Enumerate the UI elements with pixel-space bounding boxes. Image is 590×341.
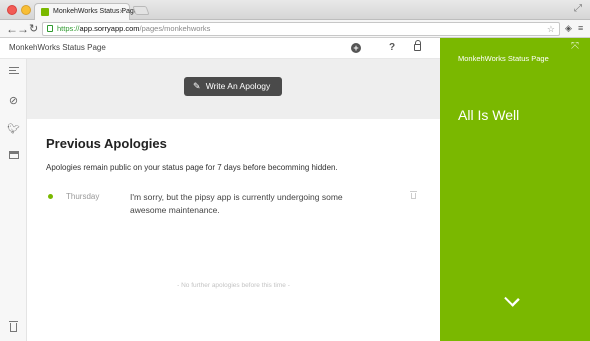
expand-icon[interactable]: ⤧ — [571, 42, 579, 52]
close-window-button[interactable] — [7, 5, 17, 15]
write-apology-label: Write An Apology — [205, 81, 271, 91]
delete-apology-icon[interactable] — [410, 191, 417, 199]
apology-text[interactable]: I'm sorry, but the pipsy app is currentl… — [130, 191, 370, 217]
tab-bar: MonkehWorks Status Page × ⤢ — [0, 0, 590, 20]
lock-icon[interactable] — [414, 40, 421, 51]
section-description: Apologies remain public on your status p… — [46, 163, 338, 172]
status-message: All Is Well — [458, 107, 520, 123]
url-field[interactable]: https://app.sorryapp.com/pages/monkehwor… — [42, 22, 560, 36]
favicon-icon — [41, 8, 49, 16]
page-title: MonkehWorks Status Page — [9, 43, 106, 52]
app-header: MonkehWorks Status Page + ? — [0, 38, 440, 59]
pencil-icon: ✎ — [193, 81, 201, 91]
minimize-window-button[interactable] — [21, 5, 31, 15]
write-toolbar: ✎ Write An Apology — [27, 59, 440, 119]
status-preview-panel: ⤧ MonkehWorks Status Page All Is Well — [440, 38, 590, 341]
star-icon[interactable]: ☆ — [547, 23, 555, 35]
new-tab-button[interactable] — [132, 6, 150, 15]
browser-tab[interactable]: MonkehWorks Status Page × — [34, 3, 138, 20]
address-toolbar: ← → ↻ https://app.sorryapp.com/pages/mon… — [0, 20, 590, 38]
forward-arrow-icon[interactable]: → — [17, 21, 29, 37]
section-heading: Previous Apologies — [46, 136, 167, 151]
secure-lock-icon — [47, 25, 53, 32]
extension-icon[interactable]: ◈ — [565, 23, 572, 33]
browser-window: MonkehWorks Status Page × ⤢ ← → ↻ https:… — [0, 0, 590, 341]
app: MonkehWorks Status Page + ? ⊘ 🐦︎ ✎ Write… — [0, 38, 590, 341]
reload-icon[interactable]: ↻ — [29, 21, 38, 37]
help-icon[interactable]: ? — [389, 42, 395, 54]
apologies-nav-icon[interactable] — [0, 67, 27, 76]
add-icon[interactable]: + — [351, 43, 361, 53]
write-apology-button[interactable]: ✎ Write An Apology — [184, 77, 282, 96]
apologies-section: Previous Apologies Apologies remain publ… — [27, 119, 440, 341]
no-notifications-icon[interactable]: ⊘ — [0, 95, 27, 107]
fullscreen-icon[interactable]: ⤢ — [574, 3, 582, 14]
url-scheme: https:// — [57, 24, 80, 33]
apology-day: Thursday — [66, 192, 100, 201]
tab-title: MonkehWorks Status Page — [53, 8, 138, 15]
sidebar: ⊘ 🐦︎ — [0, 59, 27, 341]
twitter-icon[interactable]: 🐦︎ — [0, 124, 27, 136]
end-of-list-note: - No further apologies before this time … — [177, 282, 290, 289]
status-dot — [48, 194, 53, 199]
tab-close-button[interactable]: × — [119, 7, 124, 16]
trash-icon[interactable] — [0, 320, 27, 332]
url-host: app.sorryapp.com — [79, 24, 140, 33]
embed-window-icon[interactable] — [0, 151, 27, 159]
url-path: /pages/monkehworks — [139, 24, 211, 33]
panel-title: MonkehWorks Status Page — [458, 54, 549, 63]
chevron-down-icon[interactable] — [504, 291, 520, 307]
menu-icon[interactable]: ≡ — [578, 23, 583, 33]
